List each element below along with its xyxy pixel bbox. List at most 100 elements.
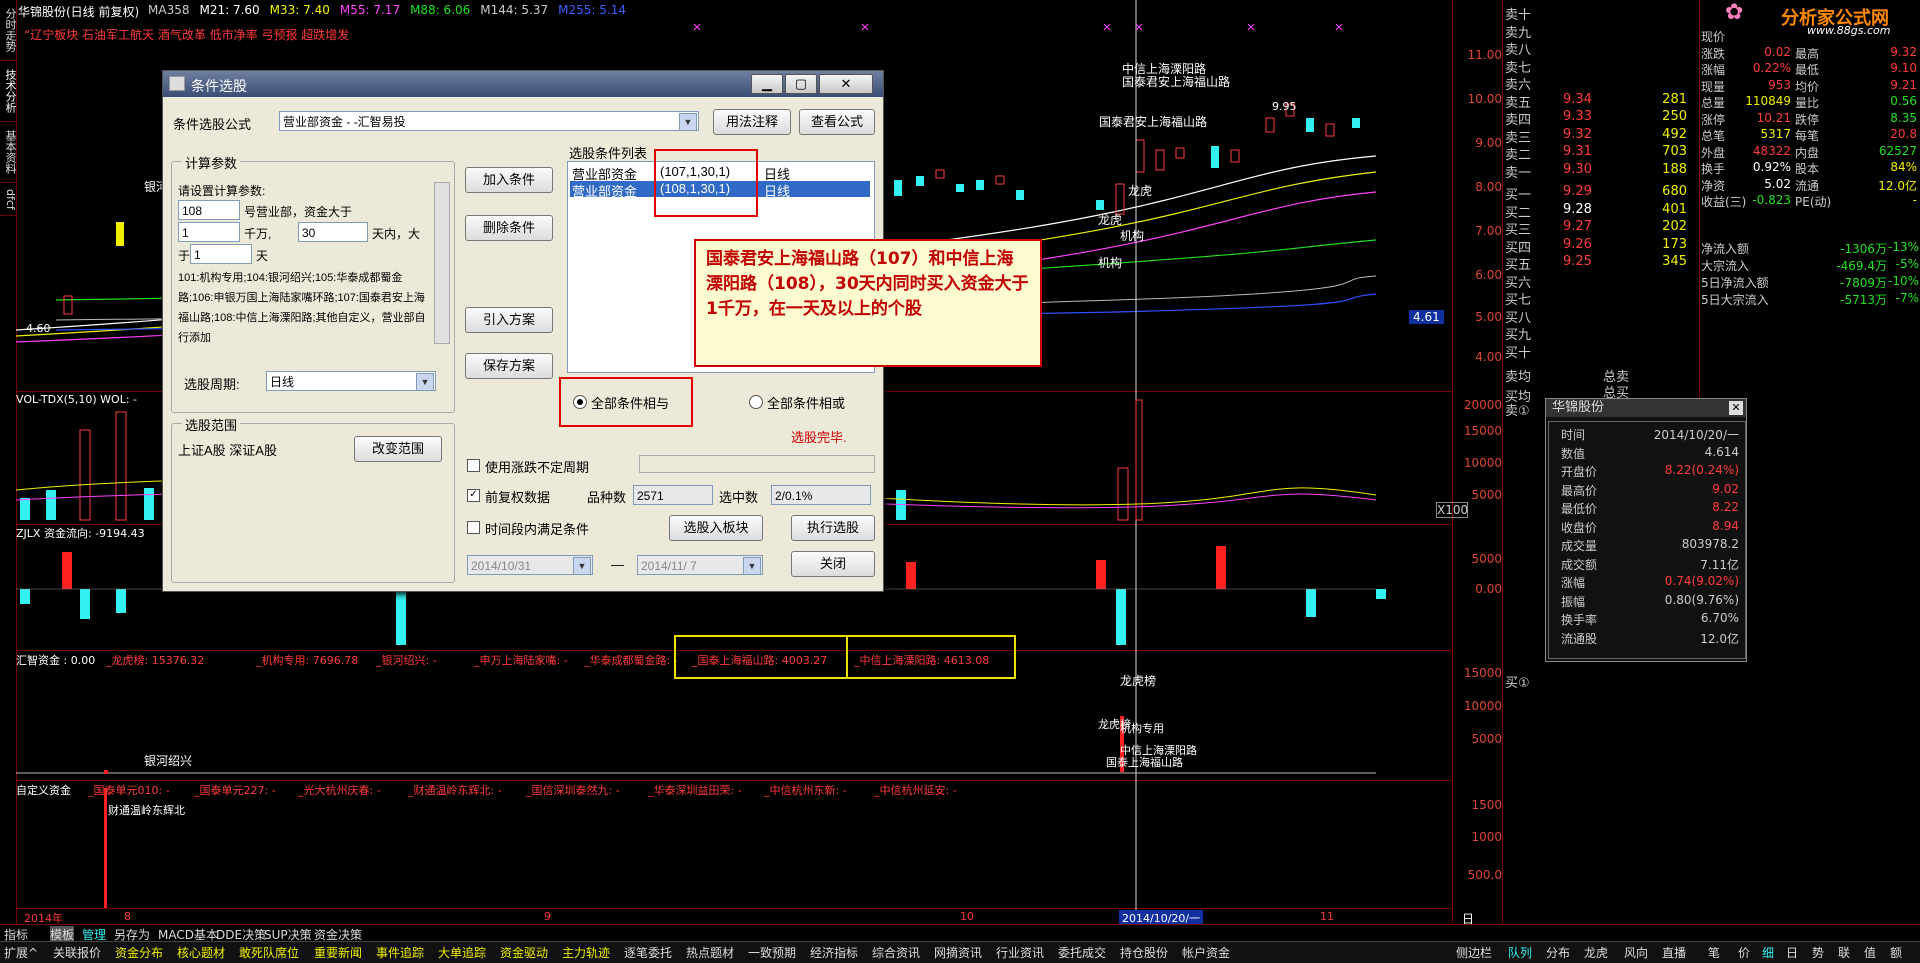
import-plan-button[interactable]: 引入方案 (465, 307, 553, 333)
irregular-period-checkbox[interactable] (467, 459, 480, 472)
menu-item[interactable]: 热点题材 (686, 944, 734, 961)
right-tab[interactable]: 联 (1838, 944, 1850, 961)
delete-condition-button[interactable]: 删除条件 (465, 215, 553, 241)
flow-row: 净流入额 -1306万 -13% (1699, 240, 1920, 256)
price-tick: 6.00 (1475, 268, 1502, 282)
longhu-label-2: 龙虎 (1098, 213, 1123, 227)
info-popup-value: 0.80(9.76%) (1664, 592, 1739, 607)
orderbook-volume: 173 (1662, 236, 1687, 252)
right-tab[interactable]: 值 (1864, 944, 1876, 961)
info-popup-close-icon[interactable]: ✕ (1729, 401, 1743, 415)
menu-item[interactable]: 逐笔委托 (624, 944, 672, 961)
menu-item[interactable]: 主力轨迹 (562, 944, 610, 961)
chevron-down-icon[interactable]: ▼ (679, 113, 697, 131)
zdy-item: _华泰深圳益田荣: - (648, 784, 742, 797)
menu-item[interactable]: 重要新闻 (314, 944, 362, 961)
param-amount-input[interactable]: 1 (178, 222, 240, 242)
period-condition-checkbox[interactable] (467, 521, 480, 534)
orderbook-sell-row: 卖七 (1503, 57, 1693, 76)
info-popup: 华锦股份 ✕ 时间 2014/10/20/一 数值 4.614 开盘价 8.22(0.24… (1545, 398, 1747, 662)
period-select[interactable]: 日线 ▼ (266, 371, 436, 391)
menu-item[interactable]: 网摘资讯 (934, 944, 982, 961)
stat-key: 总量 (1701, 96, 1726, 110)
chevron-down-icon[interactable]: ▼ (573, 557, 591, 575)
axis-labels: 11.00 10.00 9.00 8.00 7.00 6.00 5.00 4.00 20000 1… (1436, 0, 1502, 930)
maximize-icon[interactable]: ▢ (785, 74, 817, 94)
hz-item: _银河绍兴: - (376, 654, 437, 667)
flow-tick: 0.00 (1475, 582, 1502, 596)
rail-tab-fundamental[interactable]: 基本资料 (0, 122, 17, 183)
date-from-select[interactable]: 2014/10/31 ▼ (467, 555, 593, 575)
right-tab[interactable]: 侧边栏 (1456, 944, 1492, 961)
view-formula-button[interactable]: 查看公式 (799, 109, 875, 135)
orderbook-label: 买三 (1505, 223, 1532, 238)
param-scrollbar[interactable] (434, 182, 450, 344)
menu-item[interactable]: 大单追踪 (438, 944, 486, 961)
order-book: 卖十 卖九 卖八 卖七 卖六 卖五 9.34 281 卖四 9.33 250 卖三 9.32 492 卖二 9… (1503, 0, 1700, 420)
to-block-button[interactable]: 选股入板块 (669, 515, 763, 541)
menu-item[interactable]: 核心题材 (177, 944, 225, 961)
info-popup-value: 8.22 (1712, 500, 1739, 514)
selected-value: 2/0.1% (771, 485, 871, 505)
right-tab[interactable]: 价 (1738, 944, 1750, 961)
info-popup-row: 成交额 7.11亿 (1549, 556, 1749, 572)
right-tab[interactable]: 日 (1786, 944, 1798, 961)
menu-item[interactable]: 资金驱动 (500, 944, 548, 961)
minimize-icon[interactable]: ▁ (751, 74, 783, 94)
info-popup-row: 成交量 803978.2 (1549, 537, 1749, 553)
or-radio[interactable] (749, 395, 763, 409)
rail-tab-minute[interactable]: 分时走势 (0, 0, 17, 61)
menu-item[interactable]: 关联报价 (53, 944, 101, 961)
menu-item[interactable]: 帐户资金 (1182, 944, 1230, 961)
menu-item[interactable]: 委托成交 (1058, 944, 1106, 961)
stat-value: 5.02 (1764, 176, 1791, 191)
param-days-input[interactable]: 30 (298, 222, 368, 242)
rail-tab-technical[interactable]: 技术分析 (0, 61, 17, 122)
menu-item[interactable]: 扩展^ (4, 944, 38, 961)
right-tab[interactable]: 细 (1762, 944, 1774, 961)
right-tab[interactable]: 笔 (1708, 944, 1720, 961)
orderbook-label: 买五 (1505, 258, 1532, 273)
chevron-down-icon[interactable]: ▼ (743, 557, 761, 575)
right-tab[interactable]: 直播 (1662, 944, 1686, 961)
right-tab[interactable]: 额 (1890, 944, 1902, 961)
right-tab[interactable]: 分布 (1546, 944, 1570, 961)
menu-item[interactable]: 事件追踪 (376, 944, 424, 961)
rail-tab-dfcf[interactable]: dfcf (0, 183, 17, 216)
adjust-checkbox[interactable]: ✓ (467, 489, 480, 502)
stat-value: 0.92% (1752, 160, 1791, 174)
date-to-select[interactable]: 2014/11/ 7 ▼ (637, 555, 763, 575)
zdy-item: _财通温岭东辉北: - (408, 784, 502, 797)
formula-select[interactable]: 营业部资金 - -汇智易投 ▼ (279, 111, 699, 131)
dialog-titlebar[interactable]: 条件选股 ▁ ▢ ✕ (163, 71, 883, 97)
save-plan-button[interactable]: 保存方案 (465, 353, 553, 379)
close-icon[interactable]: ✕ (819, 74, 873, 94)
right-tab[interactable]: 势 (1812, 944, 1824, 961)
info-popup-row: 振幅 0.80(9.76%) (1549, 592, 1749, 609)
info-popup-value: 8.94 (1712, 518, 1739, 533)
orderbook-sell-row: 卖九 (1503, 22, 1693, 41)
change-range-button[interactable]: 改变范围 (354, 436, 442, 462)
param-dept-input[interactable]: 108 (178, 200, 240, 220)
add-condition-button[interactable]: 加入条件 (465, 167, 553, 193)
orderbook-sell1-bottom: 卖① (1505, 404, 1530, 419)
usage-button[interactable]: 用法注释 (713, 109, 791, 135)
menu-item[interactable]: 综合资讯 (872, 944, 920, 961)
param-times-input[interactable]: 1 (190, 244, 252, 264)
menu-item[interactable]: 一致预期 (748, 944, 796, 961)
info-popup-value: 4.614 (1704, 444, 1739, 459)
close-button[interactable]: 关闭 (791, 551, 875, 577)
menu-item[interactable]: 持仓股份 (1120, 944, 1168, 961)
menu-item[interactable]: 敢死队席位 (239, 944, 299, 961)
menu-item[interactable]: 行业资讯 (996, 944, 1044, 961)
menu-item[interactable]: 资金分布 (115, 944, 163, 961)
jigou-label: 机构 (1120, 229, 1145, 243)
orderbook-buy-row: 买三 9.27 202 (1503, 219, 1693, 238)
right-tab[interactable]: 风向 (1624, 944, 1648, 961)
hz-tick: 10000 (1463, 699, 1502, 713)
right-tab[interactable]: 队列 (1508, 944, 1532, 961)
chevron-down-icon[interactable]: ▼ (416, 373, 434, 391)
run-filter-button[interactable]: 执行选股 (791, 515, 875, 541)
right-tab[interactable]: 龙虎 (1584, 944, 1608, 961)
menu-item[interactable]: 经济指标 (810, 944, 858, 961)
